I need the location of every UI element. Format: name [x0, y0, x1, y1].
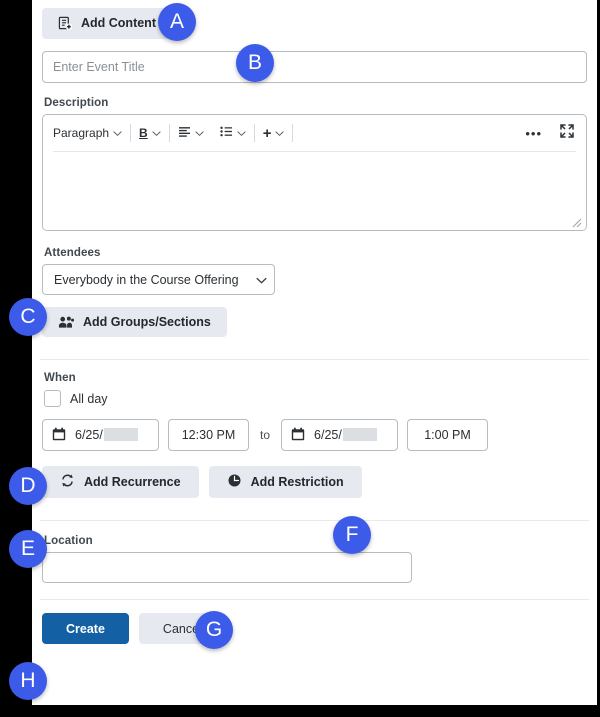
event-title-input[interactable] — [42, 51, 587, 83]
style-select-group[interactable]: Paragraph — [53, 126, 130, 140]
when-label: When — [44, 372, 76, 384]
attendees-label: Attendees — [44, 247, 101, 259]
plus-icon: + — [262, 124, 272, 142]
add-content-label: Add Content — [81, 16, 156, 31]
add-recurrence-label: Add Recurrence — [84, 475, 181, 489]
end-time-value: 1:00 PM — [424, 428, 471, 442]
chevron-down-icon — [256, 275, 267, 284]
bold-group[interactable]: B — [131, 126, 169, 140]
redaction-block — [342, 428, 377, 441]
add-groups-row: Add Groups/Sections — [32, 295, 597, 337]
all-day-label: All day — [70, 391, 108, 406]
add-content-row: Add Content — [32, 0, 597, 39]
screenshot-root: Add Content Description Paragraph — [0, 0, 600, 717]
style-select-label: Paragraph — [53, 126, 110, 140]
calendar-icon — [291, 427, 305, 444]
callout-badge-a: A — [158, 3, 196, 41]
attendees-selected-value: Everybody in the Course Offering — [54, 272, 239, 287]
when-section: When All day 6/25/ 12:30 PM to 6/25/ 1:0… — [32, 360, 597, 451]
fullscreen-icon[interactable] — [560, 123, 574, 143]
description-section: Description Paragraph B + ••• — [32, 83, 597, 231]
callout-badge-d: D — [9, 467, 47, 505]
callout-badge-e: E — [9, 530, 47, 568]
add-content-button[interactable]: Add Content — [42, 8, 172, 39]
form-footer: Create Cancel — [32, 600, 597, 644]
align-left-icon — [178, 124, 191, 142]
bold-icon: B — [139, 126, 148, 140]
callout-badge-f: F — [333, 516, 371, 554]
location-label: Location — [44, 535, 93, 547]
add-restriction-label: Add Restriction — [250, 475, 344, 489]
group-people-icon — [58, 315, 75, 329]
end-time-field[interactable]: 1:00 PM — [407, 419, 489, 451]
recurrence-restriction-row: Add Recurrence Add Restriction — [32, 451, 597, 498]
create-button[interactable]: Create — [42, 613, 129, 644]
description-editor: Paragraph B + ••• — [42, 114, 587, 231]
time-range-separator: to — [260, 428, 271, 442]
insert-group[interactable]: + — [255, 126, 293, 141]
datetime-row: 6/25/ 12:30 PM to 6/25/ 1:00 PM — [42, 419, 587, 451]
chevron-down-icon — [113, 129, 122, 138]
callout-badge-c: C — [9, 298, 47, 336]
redaction-block — [103, 428, 138, 441]
more-options-icon[interactable]: ••• — [525, 126, 542, 141]
add-recurrence-button[interactable]: Add Recurrence — [42, 466, 199, 498]
align-group[interactable] — [170, 124, 212, 142]
chevron-down-icon — [237, 129, 246, 138]
recurrence-icon — [60, 473, 75, 491]
all-day-checkbox[interactable] — [44, 390, 61, 407]
attendees-select[interactable]: Everybody in the Course Offering — [42, 264, 275, 295]
event-form-panel: Add Content Description Paragraph — [32, 0, 597, 705]
list-group[interactable] — [212, 124, 254, 142]
add-groups-label: Add Groups/Sections — [83, 314, 211, 329]
end-date-value: 6/25/ — [314, 428, 377, 442]
all-day-row[interactable]: All day — [44, 390, 587, 407]
editor-toolbar: Paragraph B + ••• — [43, 115, 586, 151]
add-restriction-button[interactable]: Add Restriction — [208, 466, 362, 498]
end-date-field[interactable]: 6/25/ — [281, 419, 399, 451]
start-date-value: 6/25/ — [75, 428, 138, 442]
bullet-list-icon — [220, 124, 233, 142]
start-time-value: 12:30 PM — [181, 428, 236, 442]
chevron-down-icon — [195, 129, 204, 138]
toolbar-divider — [292, 124, 294, 142]
attendees-section: Attendees Everybody in the Course Offeri… — [32, 231, 597, 295]
description-body[interactable] — [43, 152, 586, 230]
start-date-field[interactable]: 6/25/ — [42, 419, 159, 451]
callout-badge-g: G — [195, 611, 233, 649]
description-label: Description — [44, 97, 109, 109]
calendar-icon — [52, 427, 66, 444]
chevron-down-icon — [152, 129, 161, 138]
location-input[interactable] — [42, 552, 412, 583]
location-section: Location — [32, 521, 597, 583]
add-groups-sections-button[interactable]: Add Groups/Sections — [42, 307, 227, 337]
resize-grip-icon[interactable] — [570, 215, 582, 228]
callout-badge-h: H — [9, 662, 47, 700]
content-plus-icon — [58, 16, 73, 31]
start-time-field[interactable]: 12:30 PM — [168, 419, 249, 451]
event-title-row — [32, 39, 597, 83]
clock-restriction-icon — [227, 473, 242, 491]
callout-badge-b: B — [236, 44, 274, 82]
chevron-down-icon — [275, 129, 285, 138]
